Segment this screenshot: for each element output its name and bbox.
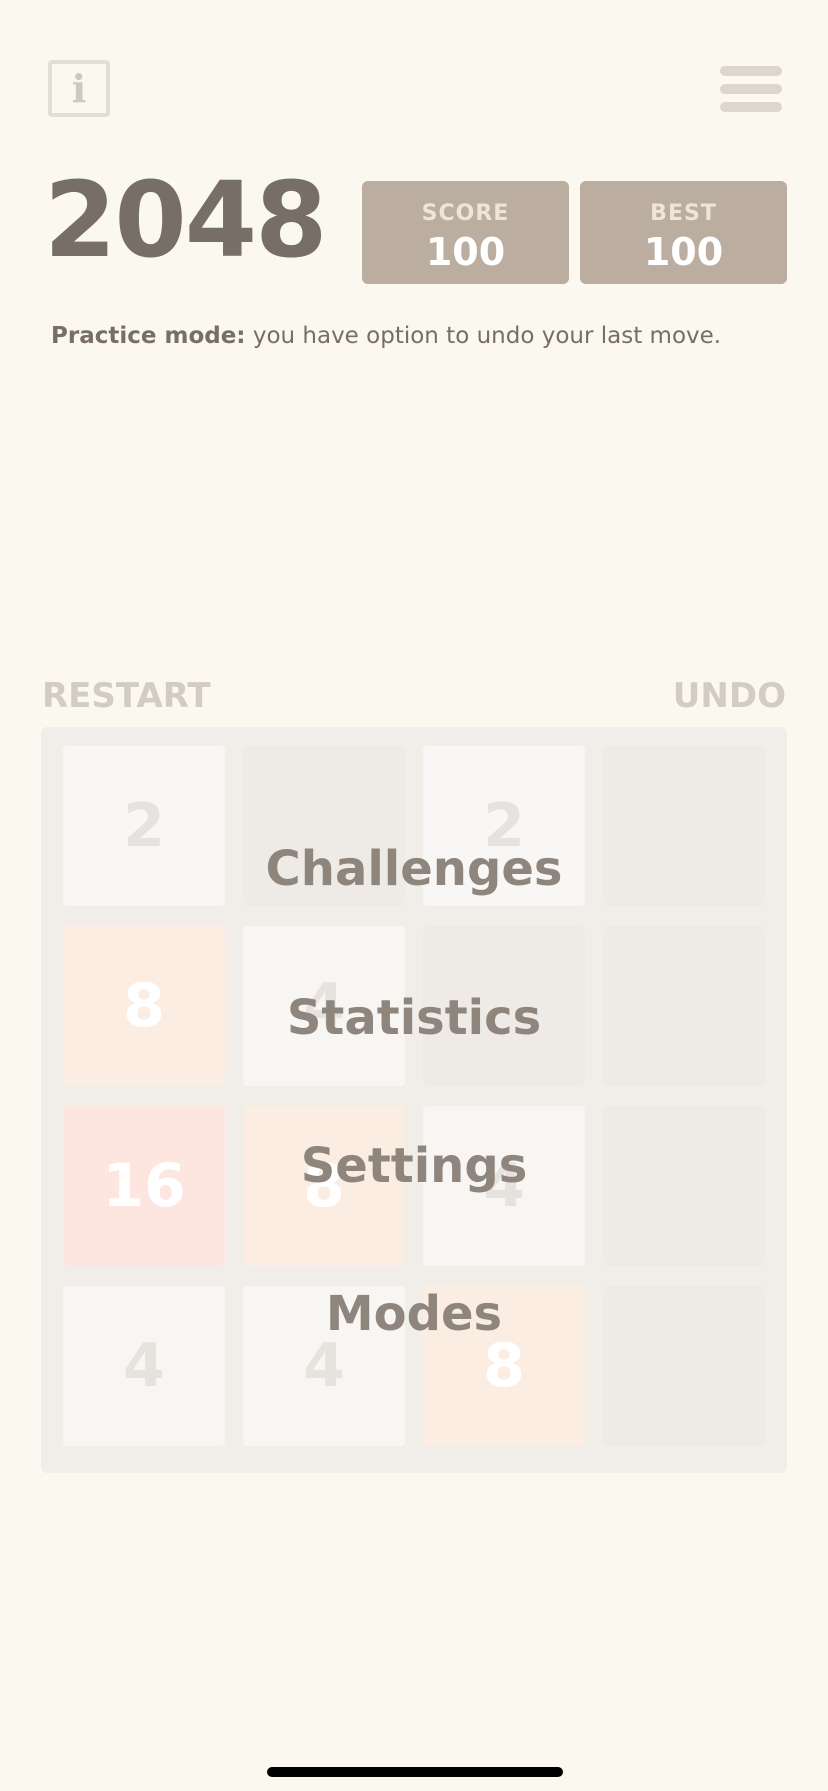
menu-item-challenges[interactable]: Challenges [0, 845, 828, 893]
menu-bar-1 [720, 66, 782, 76]
practice-mode-label: Practice mode: [51, 323, 246, 349]
info-button[interactable]: i [48, 60, 110, 117]
score-label: SCORE [421, 201, 510, 226]
game-title: 2048 [44, 159, 327, 281]
score-box: SCORE 100 [362, 181, 569, 284]
game-board[interactable]: 2 2 8 4 16 8 4 4 4 8 [41, 727, 787, 1473]
menu-bar-3 [720, 102, 782, 112]
practice-mode-text: you have option to undo your last move. [245, 323, 722, 349]
score-value: 100 [425, 230, 506, 274]
hamburger-menu-icon[interactable] [720, 64, 782, 114]
best-score-box: BEST 100 [580, 181, 787, 284]
restart-button[interactable]: RESTART [42, 679, 211, 713]
menu-item-statistics[interactable]: Statistics [0, 994, 828, 1042]
best-value: 100 [643, 230, 724, 274]
undo-button[interactable]: UNDO [673, 679, 786, 713]
info-icon: i [71, 65, 87, 111]
practice-mode-note: Practice mode: you have option to undo y… [51, 323, 721, 349]
best-label: BEST [650, 201, 717, 226]
menu-item-settings[interactable]: Settings [0, 1142, 828, 1190]
menu-bar-2 [720, 84, 782, 94]
menu-item-modes[interactable]: Modes [0, 1290, 828, 1338]
home-indicator[interactable] [267, 1767, 563, 1777]
